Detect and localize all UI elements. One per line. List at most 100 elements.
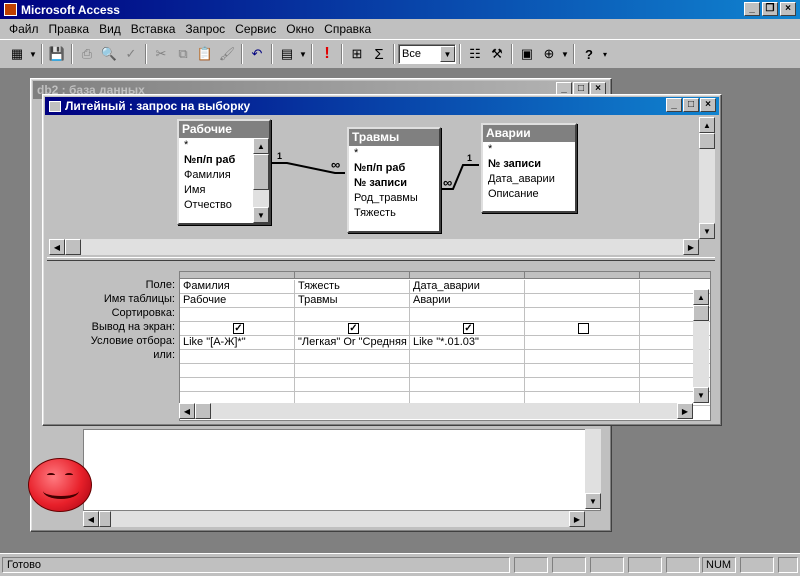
print-preview-icon[interactable]: 🔍 xyxy=(98,43,120,65)
grid-cell-empty[interactable] xyxy=(410,378,525,392)
paste-icon[interactable]: 📋 xyxy=(194,43,216,65)
copy-icon[interactable]: ⧉ xyxy=(172,43,194,65)
table-travmy[interactable]: Травмы * №п/п раб № записи Род_травмы Тя… xyxy=(347,127,441,233)
print-icon[interactable]: ⎙ xyxy=(76,43,98,65)
scroll-thumb[interactable] xyxy=(253,154,269,190)
column-selector[interactable] xyxy=(180,272,295,279)
close-button[interactable]: × xyxy=(780,2,796,16)
db-scroll-down-icon[interactable]: ▼ xyxy=(585,493,601,509)
grid-cell-empty[interactable] xyxy=(295,378,410,392)
save-icon[interactable]: 💾 xyxy=(46,43,68,65)
scroll-thumb[interactable] xyxy=(195,403,211,419)
grid-cell-table[interactable] xyxy=(525,294,640,308)
top-values-combo[interactable]: Все ▼ xyxy=(398,44,456,64)
show-checkbox-cell[interactable]: ✓ xyxy=(180,322,295,336)
field-item[interactable]: * xyxy=(349,146,439,161)
show-table-icon[interactable]: ⊞ xyxy=(346,43,368,65)
column-selector[interactable] xyxy=(410,272,525,279)
grid-cell-criteria[interactable]: Like "[А-Ж]*" xyxy=(180,336,295,350)
grid-cell-empty[interactable] xyxy=(180,364,295,378)
checkbox-checked-icon[interactable]: ✓ xyxy=(233,323,244,334)
scroll-up-icon[interactable]: ▲ xyxy=(693,289,709,305)
scroll-right-icon[interactable]: ▶ xyxy=(683,239,699,255)
grid-cell-criteria[interactable]: Like "*.01.03" xyxy=(410,336,525,350)
grid-cell-or[interactable] xyxy=(295,350,410,364)
menu-item[interactable]: Правка xyxy=(44,22,95,36)
field-item[interactable]: Описание xyxy=(483,187,575,202)
grid-cell-criteria[interactable] xyxy=(525,336,640,350)
menu-item[interactable]: Файл xyxy=(4,22,44,36)
db-scroll-left-icon[interactable]: ◀ xyxy=(83,511,99,527)
table-rabochie-scrollbar[interactable]: ▲ ▼ xyxy=(253,138,269,223)
scroll-up-icon[interactable]: ▲ xyxy=(699,117,715,133)
properties-icon[interactable]: ☷ xyxy=(464,43,486,65)
scroll-up-icon[interactable]: ▲ xyxy=(253,138,269,154)
grid-cell-empty[interactable] xyxy=(525,364,640,378)
column-selector[interactable] xyxy=(295,272,410,279)
menu-item[interactable]: Окно xyxy=(281,22,319,36)
view-icon[interactable]: ▦ xyxy=(6,43,28,65)
scroll-thumb[interactable] xyxy=(699,133,715,149)
design-grid[interactable]: Фамилия Рабочие ✓ Like "[А-Ж]*" Тяжесть Травм… xyxy=(179,271,711,421)
field-item[interactable]: №п/п раб xyxy=(349,161,439,176)
db-hscroll-thumb[interactable] xyxy=(99,511,111,527)
db-hscroll[interactable]: ◀ ▶ xyxy=(83,511,585,527)
grid-cell-or[interactable] xyxy=(410,350,525,364)
menu-item[interactable]: Справка xyxy=(319,22,376,36)
undo-icon[interactable]: ↶ xyxy=(246,43,268,65)
grid-cell-table[interactable]: Травмы xyxy=(295,294,410,308)
table-pane-hscroll[interactable]: ◀ ▶ xyxy=(49,239,699,255)
grid-cell-table[interactable]: Рабочие xyxy=(180,294,295,308)
field-item[interactable]: Род_травмы xyxy=(349,191,439,206)
pane-splitter[interactable] xyxy=(47,257,715,261)
cut-icon[interactable]: ✂ xyxy=(150,43,172,65)
show-checkbox-cell[interactable] xyxy=(525,322,640,336)
scroll-thumb[interactable] xyxy=(693,305,709,321)
grid-cell-field[interactable]: Дата_аварии xyxy=(410,280,525,294)
db-vscroll[interactable]: ▼ xyxy=(585,429,601,509)
field-item[interactable]: № записи xyxy=(349,176,439,191)
grid-cell-criteria[interactable]: "Легкая" Or "Средняя xyxy=(295,336,410,350)
build-icon[interactable]: ⚒ xyxy=(486,43,508,65)
scroll-down-icon[interactable]: ▼ xyxy=(253,207,269,223)
field-item[interactable]: № записи xyxy=(483,157,575,172)
totals-icon[interactable]: Σ xyxy=(368,43,390,65)
grid-cell-field[interactable]: Фамилия xyxy=(180,280,295,294)
run-icon[interactable]: ! xyxy=(316,43,338,65)
grid-cell-empty[interactable] xyxy=(180,378,295,392)
restore-button[interactable]: ❐ xyxy=(762,2,778,16)
menu-item[interactable]: Вставка xyxy=(126,22,181,36)
grid-cell-sort[interactable] xyxy=(295,308,410,322)
spelling-icon[interactable]: ✓ xyxy=(120,43,142,65)
size-grip-icon[interactable] xyxy=(778,557,798,573)
query-window[interactable]: Литейный : запрос на выборку _ □ × 1 ∞ ∞… xyxy=(42,94,722,426)
grid-cell-sort[interactable] xyxy=(525,308,640,322)
format-painter-icon[interactable]: 🖌 xyxy=(216,43,238,65)
scroll-left-icon[interactable]: ◀ xyxy=(179,403,195,419)
view-dropdown-icon[interactable]: ▼ xyxy=(28,43,38,65)
checkbox-checked-icon[interactable]: ✓ xyxy=(463,323,474,334)
show-checkbox-cell[interactable]: ✓ xyxy=(295,322,410,336)
grid-cell-field[interactable] xyxy=(525,280,640,294)
checkbox-checked-icon[interactable]: ✓ xyxy=(348,323,359,334)
menu-item[interactable]: Вид xyxy=(94,22,126,36)
field-item[interactable]: Дата_аварии xyxy=(483,172,575,187)
db-scroll-right-icon[interactable]: ▶ xyxy=(569,511,585,527)
field-item[interactable]: Тяжесть xyxy=(349,206,439,221)
table-rabochie[interactable]: Рабочие * №п/п раб Фамилия Имя Отчество … xyxy=(177,119,271,225)
toolbar-options-icon[interactable]: ▾ xyxy=(600,43,610,65)
grid-cell-sort[interactable] xyxy=(180,308,295,322)
new-object-icon[interactable]: ⊕ xyxy=(538,43,560,65)
query-type-dropdown-icon[interactable]: ▼ xyxy=(298,43,308,65)
menu-item[interactable]: Сервис xyxy=(230,22,281,36)
query-type-icon[interactable]: ▤ xyxy=(276,43,298,65)
grid-cell-or[interactable] xyxy=(525,350,640,364)
office-assistant-smiley-icon[interactable] xyxy=(28,458,92,512)
scroll-thumb[interactable] xyxy=(65,239,81,255)
scroll-down-icon[interactable]: ▼ xyxy=(699,223,715,239)
help-icon[interactable]: ? xyxy=(578,43,600,65)
scroll-down-icon[interactable]: ▼ xyxy=(693,387,709,403)
grid-cell-empty[interactable] xyxy=(410,364,525,378)
query-close-button[interactable]: × xyxy=(700,98,716,112)
show-checkbox-cell[interactable]: ✓ xyxy=(410,322,525,336)
